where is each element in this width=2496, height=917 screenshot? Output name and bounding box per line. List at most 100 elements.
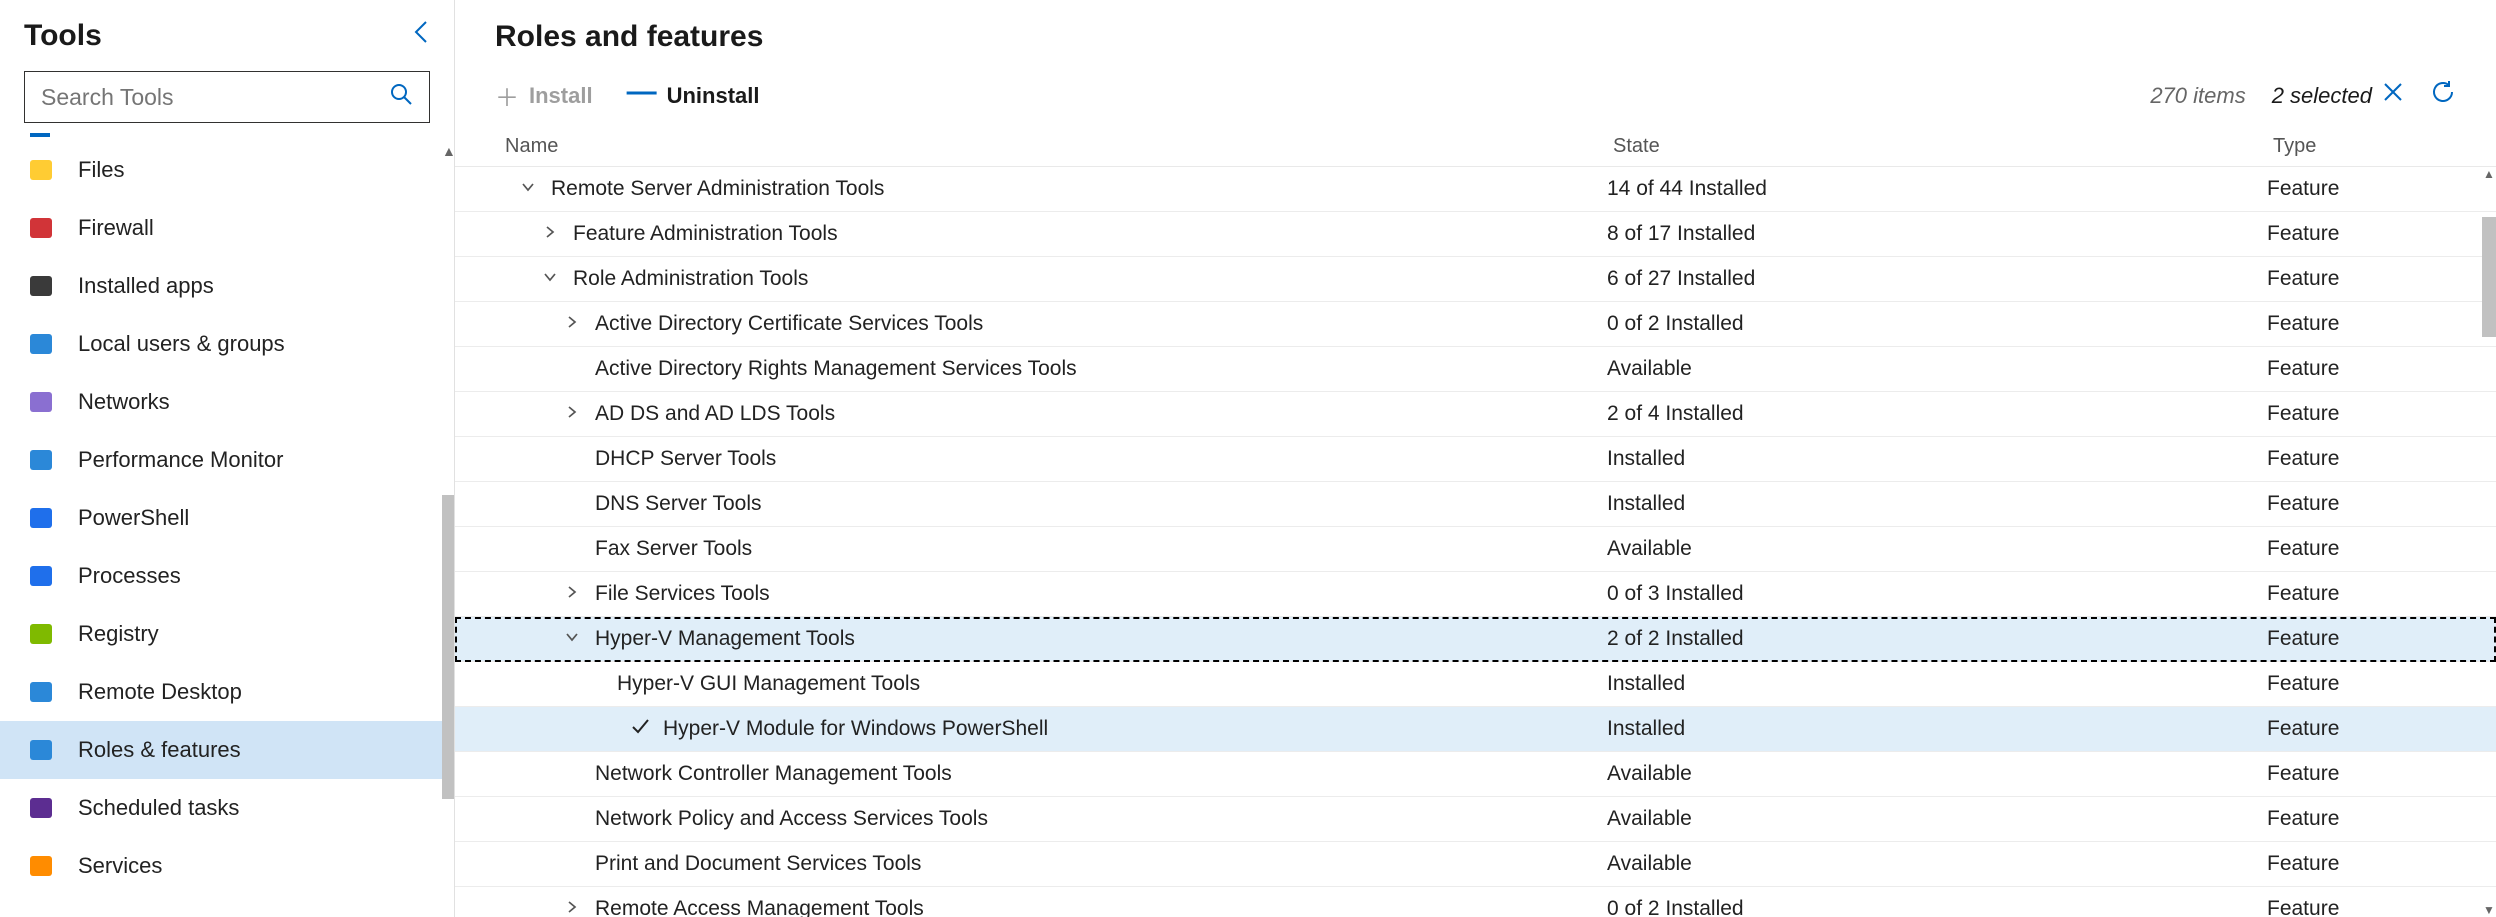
table-scroll-down-icon[interactable]: ▼ (2482, 903, 2496, 917)
table-row[interactable]: DHCP Server ToolsInstalledFeature (455, 437, 2496, 482)
table-row[interactable]: Active Directory Certificate Services To… (455, 302, 2496, 347)
row-type: Feature (2267, 582, 2496, 606)
network-icon (28, 389, 54, 415)
row-name: Remote Server Administration Tools (551, 177, 884, 201)
row-type: Feature (2267, 402, 2496, 426)
chevron-down-icon[interactable] (505, 178, 551, 201)
uninstall-button[interactable]: — Uninstall (627, 83, 760, 109)
rdp-icon (28, 679, 54, 705)
table-row[interactable]: Network Controller Management ToolsAvail… (455, 752, 2496, 797)
table-row[interactable]: Hyper-V GUI Management Tools InstalledFea… (455, 662, 2496, 707)
sidebar-item-performance-monitor[interactable]: Performance Monitor (0, 431, 454, 489)
row-name: Hyper-V GUI Management Tools (617, 672, 920, 696)
search-box[interactable] (24, 71, 430, 123)
row-state: Installed (1607, 672, 2267, 696)
row-type: Feature (2267, 717, 2496, 741)
table-scroll-up-icon[interactable]: ▲ (2482, 167, 2496, 181)
sidebar-item-local-users-groups[interactable]: Local users & groups (0, 315, 454, 373)
sidebar-item-label: Firewall (78, 215, 154, 241)
table-row[interactable]: Remote Server Administration Tools 14 of … (455, 167, 2496, 212)
chevron-right-icon[interactable] (549, 313, 595, 336)
tasks-icon (28, 795, 54, 821)
chevron-right-icon[interactable] (527, 223, 573, 246)
table-row[interactable]: Feature Administration Tools 8 of 17 Inst… (455, 212, 2496, 257)
row-type: Feature (2267, 627, 2496, 651)
table-row[interactable]: Network Policy and Access Services Tools… (455, 797, 2496, 842)
row-type: Feature (2267, 447, 2496, 471)
row-state: Available (1607, 537, 2267, 561)
table-scrollbar[interactable] (2482, 217, 2496, 337)
sidebar-scrollbar[interactable] (442, 495, 454, 799)
sidebar-item-scheduled-tasks[interactable]: Scheduled tasks (0, 779, 454, 837)
row-name: Remote Access Management Tools (595, 897, 924, 917)
row-state: Available (1607, 762, 2267, 786)
chevron-down-icon[interactable] (527, 268, 573, 291)
row-state: 8 of 17 Installed (1607, 222, 2267, 246)
table-row[interactable]: Remote Access Management Tools0 of 2 Ins… (455, 887, 2496, 917)
sidebar-item-label: Processes (78, 563, 181, 589)
sidebar-item-networks[interactable]: Networks (0, 373, 454, 431)
col-state[interactable]: State (1613, 135, 2273, 158)
row-name: DNS Server Tools (595, 492, 762, 516)
sidebar-item-label: Performance Monitor (78, 447, 283, 473)
row-type: Feature (2267, 492, 2496, 516)
table-row[interactable]: Hyper-V Module for Windows PowerShell Ins… (455, 707, 2496, 752)
registry-icon (28, 621, 54, 647)
search-icon[interactable] (389, 82, 413, 113)
sidebar-item-label: Remote Desktop (78, 679, 242, 705)
row-type: Feature (2267, 267, 2496, 291)
scroll-up-icon[interactable]: ▲ (442, 143, 454, 159)
sidebar-item-roles-features[interactable]: Roles & features (0, 721, 454, 779)
sidebar-item-label: PowerShell (78, 505, 189, 531)
page-title: Roles and features (495, 20, 2456, 54)
row-type: Feature (2267, 672, 2496, 696)
table-row[interactable]: AD DS and AD LDS Tools2 of 4 InstalledFe… (455, 392, 2496, 437)
table-row[interactable]: Print and Document Services ToolsAvailab… (455, 842, 2496, 887)
table-row[interactable]: Hyper-V Management Tools2 of 2 Installed… (455, 617, 2496, 662)
roles-icon (28, 737, 54, 763)
sidebar-item-processes[interactable]: Processes (0, 547, 454, 605)
sidebar-item-label: Services (78, 853, 162, 879)
chevron-down-icon[interactable] (549, 628, 595, 651)
row-name: Hyper-V Module for Windows PowerShell (663, 717, 1048, 741)
apps-icon (28, 273, 54, 299)
selected-count: 2 selected (2272, 83, 2372, 109)
chevron-right-icon[interactable] (549, 403, 595, 426)
clear-selection-icon[interactable] (2382, 81, 2404, 110)
table-row[interactable]: File Services Tools0 of 3 InstalledFeatu… (455, 572, 2496, 617)
row-name: Hyper-V Management Tools (595, 627, 855, 651)
sidebar-item-powershell[interactable]: PowerShell (0, 489, 454, 547)
sidebar-item-label: Installed apps (78, 273, 214, 299)
sidebar-item-registry[interactable]: Registry (0, 605, 454, 663)
row-state: 0 of 3 Installed (1607, 582, 2267, 606)
uninstall-label: Uninstall (667, 83, 760, 109)
sidebar-item-label: Roles & features (78, 737, 241, 763)
table-row[interactable]: Role Administration Tools6 of 27 Install… (455, 257, 2496, 302)
row-state: Installed (1607, 492, 2267, 516)
refresh-icon[interactable] (2430, 79, 2456, 112)
row-name: Fax Server Tools (595, 537, 752, 561)
row-type: Feature (2267, 222, 2496, 246)
table-row[interactable]: Active Directory Rights Management Servi… (455, 347, 2496, 392)
row-state: 14 of 44 Installed (1607, 177, 2267, 201)
sidebar-item-label: Files (78, 157, 124, 183)
table-row[interactable]: Fax Server ToolsAvailableFeature (455, 527, 2496, 572)
row-state: Installed (1607, 717, 2267, 741)
firewall-icon (28, 215, 54, 241)
sidebar-item-services[interactable]: Services (0, 837, 454, 895)
col-name[interactable]: Name (505, 135, 1613, 158)
chevron-right-icon[interactable] (549, 583, 595, 606)
row-state: Available (1607, 357, 2267, 381)
search-input[interactable] (41, 84, 389, 111)
col-type[interactable]: Type (2273, 135, 2456, 158)
chevron-right-icon[interactable] (549, 898, 595, 917)
sidebar-item-files[interactable]: Files (0, 141, 454, 199)
sidebar-item-installed-apps[interactable]: Installed apps (0, 257, 454, 315)
tools-sidebar: Tools ▲ FilesFirewallInstalled appsLocal… (0, 0, 455, 917)
collapse-sidebar-icon[interactable] (412, 18, 430, 53)
sidebar-item-remote-desktop[interactable]: Remote Desktop (0, 663, 454, 721)
sidebar-item-firewall[interactable]: Firewall (0, 199, 454, 257)
table-row[interactable]: DNS Server Tools InstalledFeature (455, 482, 2496, 527)
row-name: Feature Administration Tools (573, 222, 838, 246)
row-state: Installed (1607, 447, 2267, 471)
